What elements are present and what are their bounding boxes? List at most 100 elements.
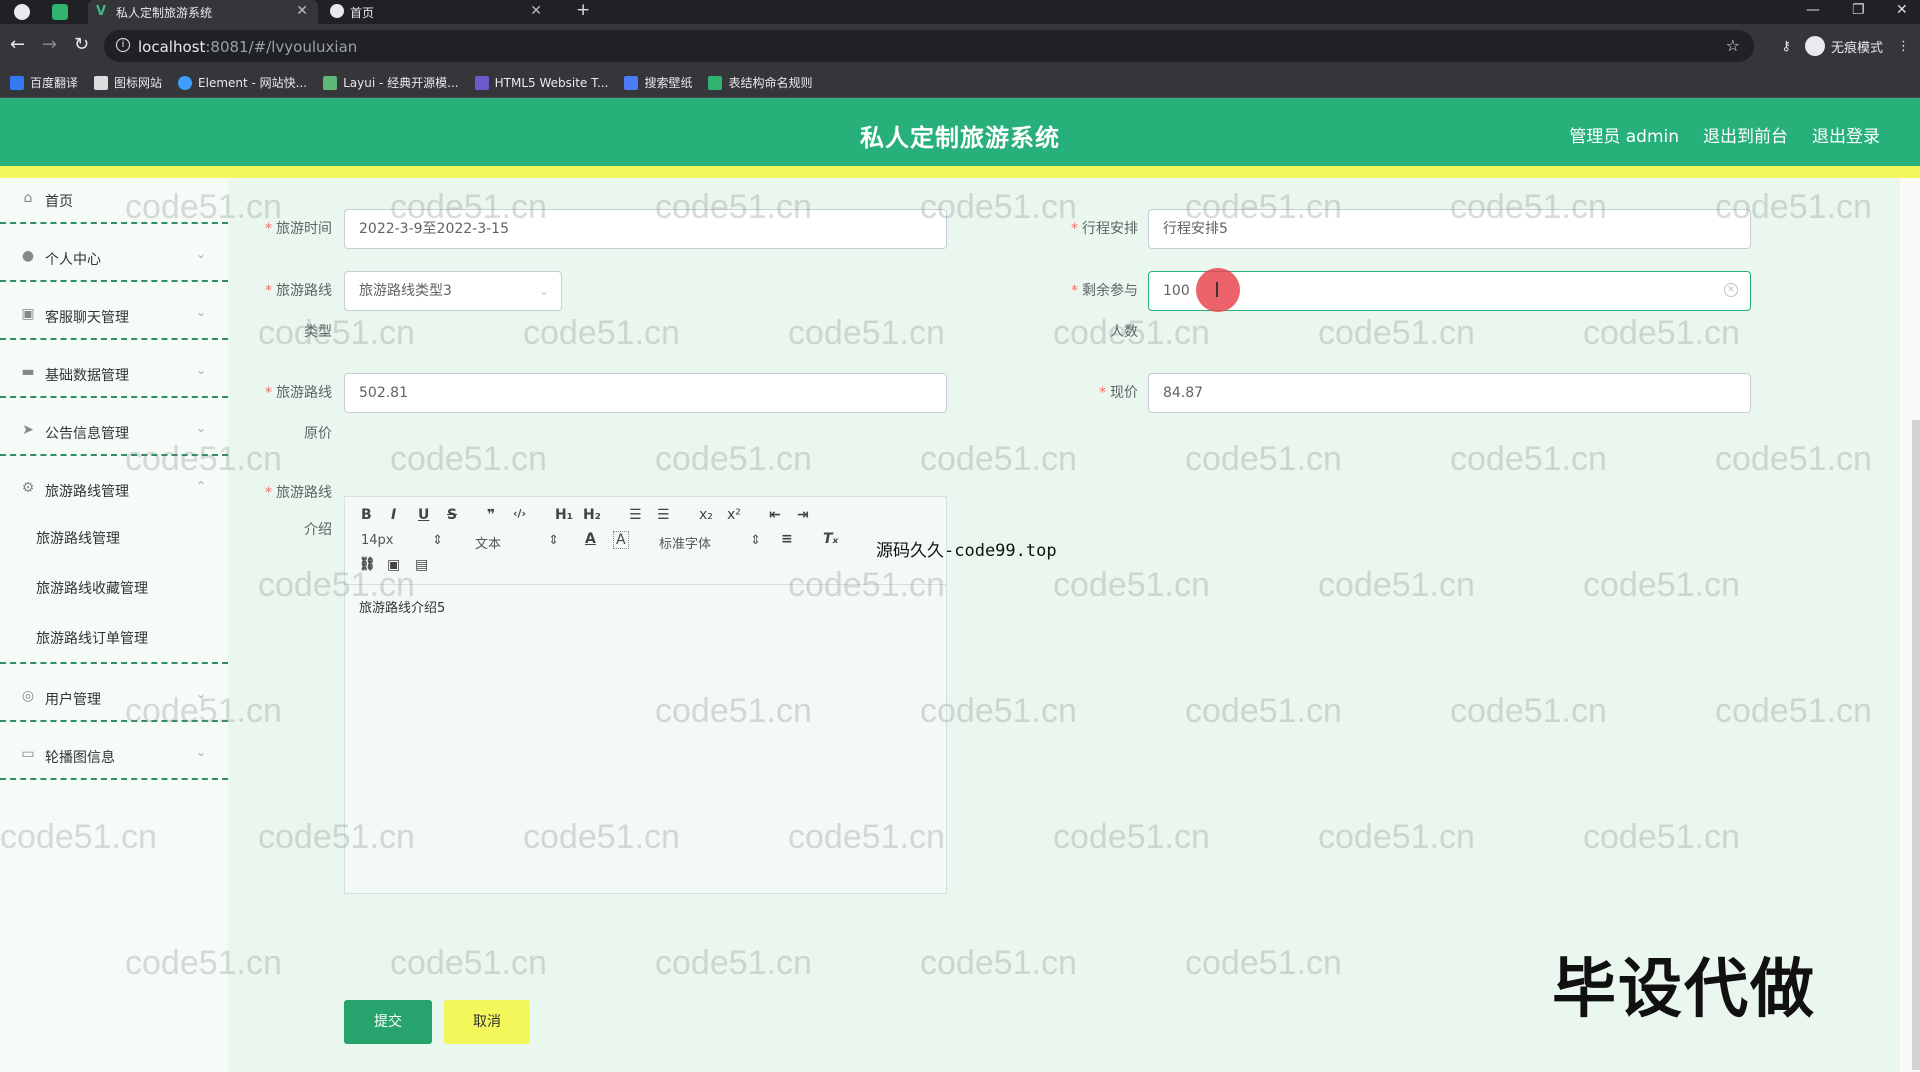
incognito-label: 无痕模式	[1830, 40, 1883, 56]
blockquote-icon[interactable]: ❞	[487, 507, 495, 523]
sidebar-item-users[interactable]: ◎ 用户管理 ⌄	[0, 676, 228, 722]
font-family-value: 标准字体	[659, 537, 712, 552]
font-size-select[interactable]: 14px ⇕	[361, 533, 443, 548]
bold-icon[interactable]: B	[361, 507, 372, 523]
align-icon[interactable]: ≡	[781, 531, 793, 547]
submenu-route-orders[interactable]: 旅游路线订单管理	[36, 628, 148, 648]
bookmark-item[interactable]: 搜索壁纸	[624, 74, 692, 91]
tab-active[interactable]: V 私人定制旅游系统 ✕	[88, 0, 318, 24]
bookmark-label: Element - 网站快...	[198, 76, 308, 90]
sidebar-item-route[interactable]: ⚙ 旅游路线管理 ⌃	[0, 468, 228, 514]
strikethrough-icon[interactable]: S	[447, 507, 457, 523]
star-icon[interactable]: ☆	[1726, 36, 1740, 55]
bookmark-item[interactable]: HTML5 Website T...	[474, 75, 608, 90]
submenu-route-manage[interactable]: 旅游路线管理	[36, 528, 120, 548]
outdent-icon[interactable]: ⇤	[769, 507, 781, 523]
header-accent-bar	[0, 166, 1920, 178]
minimize-icon[interactable]: —	[1806, 2, 1820, 18]
new-tab-icon[interactable]: +	[576, 0, 590, 20]
remaining-label: * 剩余参与	[1071, 283, 1138, 299]
restore-icon[interactable]: ❐	[1852, 2, 1865, 18]
more-icon[interactable]: ⋮	[1897, 39, 1910, 54]
travel-time-input[interactable]: 2022-3-9至2022-3-15	[344, 209, 947, 249]
incognito-icon	[1804, 36, 1825, 56]
bookmark-label: 搜索壁纸	[644, 76, 693, 90]
bookmark-item[interactable]: 百度翻译	[10, 74, 78, 91]
url-input[interactable]: i localhost:8081/#/lvyouluxian ☆	[104, 30, 1754, 62]
logout-link[interactable]: 退出登录	[1812, 122, 1880, 147]
underline-icon[interactable]: U	[418, 507, 429, 523]
current-price-input[interactable]: 84.87	[1148, 373, 1751, 413]
globe-icon	[330, 4, 344, 18]
sidebar-item-chat[interactable]: ▣ 客服聊天管理 ⌄	[0, 294, 228, 340]
sidebar-item-label: 基础数据管理	[45, 368, 129, 384]
key-icon[interactable]: ⚷	[1781, 39, 1791, 54]
bookmark-label: Layui - 经典开源模...	[343, 76, 459, 90]
sidebar-item-basic-data[interactable]: ▬ 基础数据管理 ⌄	[0, 352, 228, 398]
close-icon[interactable]: ✕	[296, 3, 308, 19]
editor-content[interactable]: 旅游路线介绍5	[359, 597, 445, 616]
font-color-icon[interactable]: A	[585, 531, 596, 547]
info-icon[interactable]: i	[116, 38, 130, 52]
close-icon[interactable]: ✕	[530, 3, 542, 19]
incognito-badge[interactable]: 无痕模式	[1804, 36, 1883, 56]
tab-home[interactable]: 首页 ✕	[322, 0, 552, 24]
text-cursor-icon: I	[1214, 278, 1220, 302]
format-select[interactable]: 文本 ⇕	[475, 533, 559, 552]
superscript-icon[interactable]: x²	[727, 507, 741, 523]
chevron-up-icon: ⌃	[195, 479, 206, 493]
bookmark-item[interactable]: 图标网站	[94, 74, 162, 91]
cancel-button[interactable]: 取消	[444, 1000, 530, 1044]
briefcase-icon: ▬	[21, 364, 35, 380]
close-window-icon[interactable]: ✕	[1896, 2, 1908, 18]
browser-menu-icon[interactable]	[14, 4, 30, 20]
page-scrollbar[interactable]	[1912, 420, 1920, 1070]
sidebar-item-notice[interactable]: ➤ 公告信息管理 ⌄	[0, 410, 228, 456]
video-icon[interactable]: ▤	[415, 557, 428, 573]
browser-tab-bar: V 私人定制旅游系统 ✕ 首页 ✕ + — ❐ ✕	[0, 0, 1920, 24]
sidebar-item-label: 客服聊天管理	[45, 310, 129, 326]
reload-icon[interactable]: ↻	[74, 36, 89, 54]
user-icon: ●	[21, 248, 35, 264]
clear-icon[interactable]: ✕	[1724, 283, 1738, 297]
ordered-list-icon[interactable]: ☰	[629, 507, 642, 523]
sidebar-item-label: 公告信息管理	[45, 426, 129, 442]
submit-button[interactable]: 提交	[344, 1000, 432, 1044]
code-block-icon[interactable]: ‹/›	[513, 507, 526, 520]
bullet-list-icon[interactable]: ☰	[657, 507, 670, 523]
sidebar-item-home[interactable]: ⌂ 首页	[0, 178, 228, 224]
header-2-icon[interactable]: H₂	[583, 507, 601, 523]
menu-divider	[0, 222, 228, 224]
sidebar-item-profile[interactable]: ● 个人中心 ⌄	[0, 236, 228, 282]
message-icon: ▭	[21, 746, 35, 762]
route-type-label-line2: 类型	[304, 324, 332, 340]
clear-format-icon[interactable]: Tₓ	[823, 531, 838, 547]
tab-search-icon[interactable]	[52, 4, 68, 20]
submenu-route-favorites[interactable]: 旅游路线收藏管理	[36, 578, 148, 598]
original-price-label-line2: 原价	[304, 426, 332, 442]
bookmark-item[interactable]: Layui - 经典开源模...	[323, 74, 459, 91]
bookmark-label: 表结构命名规则	[728, 76, 813, 90]
background-color-icon[interactable]: A	[613, 531, 629, 549]
route-type-select[interactable]: 旅游路线类型3 ⌄	[344, 271, 562, 311]
menu-divider	[0, 396, 228, 398]
menu-divider	[0, 720, 228, 722]
sidebar-item-carousel[interactable]: ▭ 轮播图信息 ⌄	[0, 734, 228, 780]
indent-icon[interactable]: ⇥	[797, 507, 809, 523]
subscript-icon[interactable]: x₂	[699, 507, 713, 523]
image-icon[interactable]: ▣	[387, 557, 400, 573]
original-price-input[interactable]: 502.81	[344, 373, 947, 413]
forward-icon[interactable]: →	[42, 36, 57, 54]
address-bar-row: ← → ↻ i localhost:8081/#/lvyouluxian ☆ ⚷…	[0, 24, 1920, 68]
exit-to-front-link[interactable]: 退出到前台	[1703, 122, 1788, 147]
app-header: 私人定制旅游系统 管理员 admin 退出到前台 退出登录	[0, 98, 1920, 166]
back-icon[interactable]: ←	[10, 36, 25, 54]
bookmark-item[interactable]: Element - 网站快...	[178, 74, 307, 91]
font-family-select[interactable]: 标准字体 ⇕	[659, 533, 761, 552]
bookmark-item[interactable]: 表结构命名规则	[708, 74, 812, 91]
itinerary-input[interactable]: 行程安排5	[1148, 209, 1751, 249]
header-1-icon[interactable]: H₁	[555, 507, 573, 523]
chevron-down-icon: ⌄	[538, 284, 549, 298]
link-icon[interactable]: ⛓	[359, 557, 376, 572]
italic-icon[interactable]: I	[391, 507, 396, 523]
